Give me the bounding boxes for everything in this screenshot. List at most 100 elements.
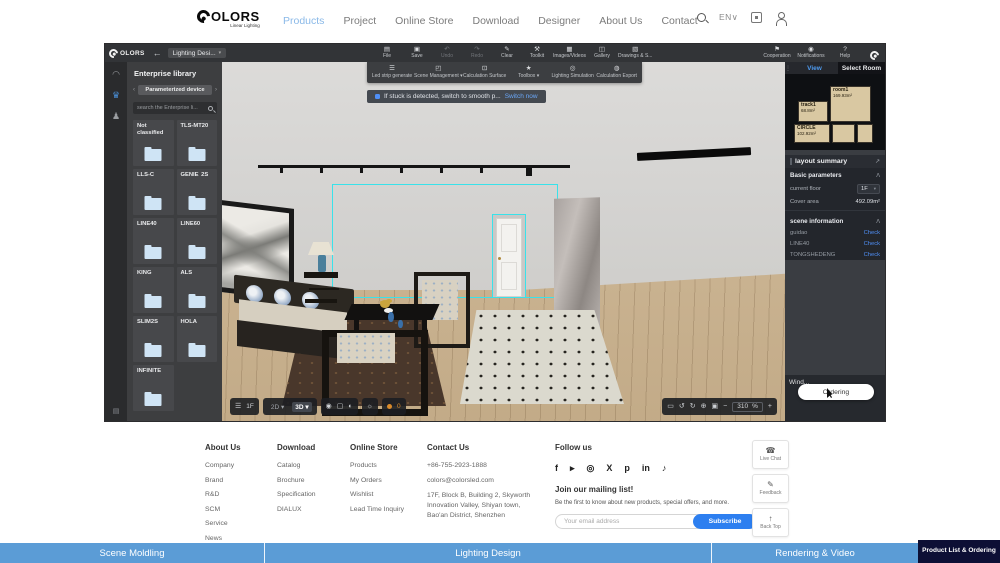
zoom-out-icon[interactable]: − [723, 403, 727, 410]
mode-2d[interactable]: 2D ▾ [268, 402, 287, 412]
step-product-list-ordering[interactable]: Product List & Ordering [918, 540, 1000, 563]
nav-item-download[interactable]: Download [473, 15, 520, 27]
library-search-input[interactable] [137, 105, 208, 111]
widget-live-chat[interactable]: ☎ Live Chat [752, 440, 789, 469]
footer-link-company[interactable]: Company [205, 462, 277, 469]
minimap-room-circle[interactable]: CIRCLE 102.92m² [794, 124, 830, 143]
folder-tile-line40[interactable]: LINE40 [133, 218, 174, 264]
footer-link-brand[interactable]: Brand [205, 477, 277, 484]
toolbar-scene-management[interactable]: ◰ Scene Management ▾ [414, 66, 463, 79]
pinterest-icon[interactable]: p [624, 464, 630, 473]
screen-icon[interactable]: ▭ [667, 403, 674, 410]
library-search-icon[interactable] [208, 105, 213, 111]
ordering-button[interactable]: Ordering [798, 384, 874, 400]
focus-icon[interactable]: ⊕ [701, 403, 707, 410]
floor-select[interactable]: 1F ▾ [856, 183, 880, 194]
user-icon[interactable]: ♟ [112, 112, 120, 121]
widget-feedback[interactable]: ✎ Feedback [752, 474, 789, 503]
toolbar-notifications[interactable]: ◉ Notifications [797, 46, 825, 60]
folder-tile-genie-2s[interactable]: GENIE 2S [176, 169, 217, 215]
language-selector[interactable]: EN∨ [719, 12, 738, 23]
folder-tile-not-classified[interactable]: Not classified [133, 120, 174, 166]
footer-link-dialux[interactable]: DIALUX [277, 506, 350, 513]
cube-icon[interactable]: ▢ [337, 403, 344, 410]
footer-link-colors-colorsled-com[interactable]: colors@colorsled.com [427, 477, 555, 484]
folder-tile-infinite[interactable]: INFINITE [133, 365, 174, 411]
minimap-room-room1[interactable]: room1 169.93m² [830, 86, 871, 122]
footer-link-my-orders[interactable]: My Orders [350, 477, 427, 484]
toolbar-calculation-surface[interactable]: ⊡ Calculation Surface [463, 66, 507, 79]
tiktok-icon[interactable]: ♪ [662, 464, 667, 473]
footer-link-service[interactable]: Service [205, 520, 277, 527]
folder-tile-king[interactable]: KING [133, 267, 174, 313]
nav-item-designer[interactable]: Designer [538, 15, 580, 27]
toolbar-save[interactable]: ▣ Save [403, 46, 431, 60]
subscribe-button[interactable]: Subscribe [693, 514, 757, 529]
footer-link-wishlist[interactable]: Wishlist [350, 491, 427, 498]
toolbar-toolbox[interactable]: ★ Toolbox ▾ [507, 66, 551, 79]
expand-icon[interactable]: ↗ [875, 158, 880, 165]
switch-now-link[interactable]: Switch now [505, 93, 538, 100]
toolbar-clear[interactable]: ✎ Clear [493, 46, 521, 60]
footer-link-news[interactable]: News [205, 535, 277, 542]
floor-label[interactable]: 1F [246, 403, 254, 410]
footer-link-r-d[interactable]: R&D [205, 491, 277, 498]
search-icon[interactable] [697, 13, 706, 22]
check-link[interactable]: Check [864, 230, 880, 236]
blue-vase[interactable] [398, 320, 403, 328]
crown-icon[interactable]: ♛ [112, 91, 120, 100]
nav-item-online-store[interactable]: Online Store [395, 15, 453, 27]
folder-tile-slim2s[interactable]: SLIM2S [133, 316, 174, 362]
email-input[interactable] [555, 514, 705, 529]
zoom-in-icon[interactable]: + [768, 403, 772, 410]
toolbar-file[interactable]: ▤ File [373, 46, 401, 60]
toolbar-gallery[interactable]: ◫ Gallery [588, 46, 616, 60]
nav-item-project[interactable]: Project [343, 15, 376, 27]
step-scene-moldling[interactable]: Scene Moldling [0, 543, 265, 563]
zoom-area-icon[interactable]: ▣ [712, 403, 719, 410]
category-prev-icon[interactable]: ‹ [133, 87, 135, 93]
eye-icon[interactable]: ◉ [326, 403, 332, 410]
mode-3d[interactable]: 3D ▾ [292, 401, 312, 412]
document-title-dropdown[interactable]: Lighting Desi... ▾ [167, 48, 227, 58]
minimap-room-track1[interactable]: track1 68.8m² [798, 101, 828, 122]
minimap-room[interactable] [857, 124, 873, 143]
door[interactable] [492, 214, 526, 298]
footer-link-catalog[interactable]: Catalog [277, 462, 350, 469]
apps-icon[interactable] [751, 12, 763, 23]
toolbar-undo[interactable]: ↶ Undo [433, 46, 461, 60]
youtube-icon[interactable]: ▸ [570, 464, 575, 473]
category-next-icon[interactable]: › [215, 87, 217, 93]
step-lighting-design[interactable]: Lighting Design [265, 543, 712, 563]
check-link[interactable]: Check [864, 252, 880, 258]
footer-link-products[interactable]: Products [350, 462, 427, 469]
x-icon[interactable]: X [606, 464, 612, 473]
collapse-icon[interactable]: ᐱ [876, 219, 880, 225]
collapse-icon[interactable]: ᐱ [876, 173, 880, 179]
footer-link-brochure[interactable]: Brochure [277, 477, 350, 484]
nav-item-contact[interactable]: Contact [661, 15, 697, 27]
ceiling-track-light[interactable] [258, 165, 570, 176]
toolbar-lighting-simulation[interactable]: ◎ Lighting Simulation [551, 66, 595, 79]
tab-view[interactable]: View [791, 62, 838, 74]
keyboard-icon[interactable]: ▤ [105, 407, 127, 415]
orbit-right-icon[interactable]: ↻ [690, 403, 696, 410]
flower-decor[interactable] [380, 300, 390, 308]
widget-back-top[interactable]: ↑ Back Top [752, 508, 789, 537]
toolbar-redo[interactable]: ↷ Redo [463, 46, 491, 60]
folder-tile-hola[interactable]: HOLA [176, 316, 217, 362]
toolbar-toolkit[interactable]: ⚒ Toolkit [523, 46, 551, 60]
toolbar-help[interactable]: ? Help [831, 46, 859, 60]
folder-tile-tls-mt20[interactable]: TLS-MT20 [176, 120, 217, 166]
folder-tile-line60[interactable]: LINE60 [176, 218, 217, 264]
side-table[interactable] [304, 272, 338, 278]
linkedin-icon[interactable]: in [642, 464, 650, 473]
nav-item-products[interactable]: Products [283, 15, 324, 27]
footer-link-specification[interactable]: Specification [277, 491, 350, 498]
footer-link-lead-time-inquiry[interactable]: Lead Time Inquiry [350, 506, 427, 513]
3d-viewport[interactable]: ☰ 1F 2D ▾ 3D ▾ ◉ ▢ ◐ ☼ 0 ▭ ↺ ↻ ⊕ ▣ −310% + [222, 62, 785, 421]
instagram-icon[interactable]: ◎ [587, 464, 595, 473]
facebook-icon[interactable]: f [555, 464, 558, 473]
lamp-icon[interactable]: ◠ [112, 70, 120, 79]
orbit-left-icon[interactable]: ↺ [679, 403, 685, 410]
